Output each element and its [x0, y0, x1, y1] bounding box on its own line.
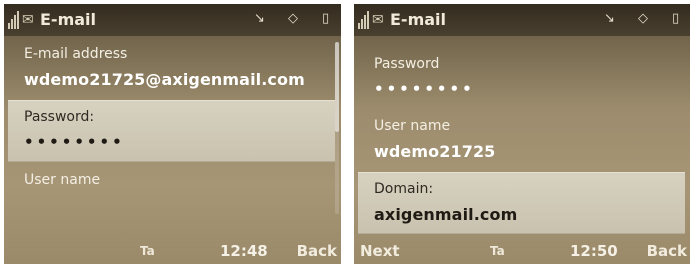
battery-icon: ▯: [672, 11, 680, 26]
back-softkey[interactable]: Back: [297, 242, 337, 260]
list-item-user-name[interactable]: User name wdemo21725: [358, 110, 685, 170]
signal-indicator-icon: ↘: [604, 11, 615, 26]
network-indicator-icon: ◇: [638, 11, 648, 26]
item-label: User name: [24, 172, 101, 188]
mail-app-icon: ✉: [22, 12, 34, 28]
item-label: Password: [374, 56, 440, 72]
list-item-email-address[interactable]: E-mail address wdemo21725@axigenmail.com: [8, 38, 335, 98]
status-bar: ✉ E-mail ↘ ◇ ▯: [354, 4, 690, 36]
app-title: E-mail: [40, 10, 97, 29]
signal-strength-icon: [358, 11, 370, 29]
user-name-value: wdemo21725: [374, 142, 496, 161]
item-label: Password:: [24, 109, 95, 125]
list-item-password[interactable]: Password ••••••••: [358, 48, 685, 108]
scrollbar[interactable]: [335, 42, 339, 214]
clock: 12:50: [570, 242, 618, 260]
softkey-bar: Ta 12:48 Back: [4, 240, 341, 264]
clock: 12:48: [220, 242, 268, 260]
list-item-domain[interactable]: Domain: axigenmail.com: [358, 172, 685, 234]
app-title: E-mail: [390, 10, 447, 29]
item-label: E-mail address: [24, 46, 128, 62]
list-item-user-name[interactable]: User name: [8, 164, 335, 224]
softkey-bar: Next Ta 12:50 Back: [354, 240, 690, 264]
signal-indicator-icon: ↘: [254, 11, 265, 26]
network-indicator-icon: ◇: [288, 11, 298, 26]
password-value: ••••••••: [374, 80, 475, 98]
phone-screen-left: ✉ E-mail ↘ ◇ ▯ E-mail address wdemo21725…: [4, 4, 341, 264]
domain-value: axigenmail.com: [374, 205, 518, 224]
scrollbar-thumb[interactable]: [335, 42, 339, 132]
battery-icon: ▯: [322, 11, 330, 26]
back-softkey[interactable]: Back: [647, 242, 687, 260]
status-bar: ✉ E-mail ↘ ◇ ▯: [4, 4, 341, 36]
phone-screen-right: ✉ E-mail ↘ ◇ ▯ Password •••••••• User na…: [354, 4, 690, 264]
signal-strength-icon: [8, 11, 20, 29]
input-mode-indicator: Ta: [490, 244, 505, 258]
item-label: Domain:: [374, 181, 434, 197]
input-mode-indicator: Ta: [140, 244, 155, 258]
mail-app-icon: ✉: [372, 12, 384, 28]
password-value: ••••••••: [24, 133, 125, 151]
item-label: User name: [374, 118, 451, 134]
list-item-password[interactable]: Password: ••••••••: [8, 100, 335, 162]
email-address-value: wdemo21725@axigenmail.com: [24, 70, 305, 89]
next-softkey[interactable]: Next: [360, 242, 400, 260]
